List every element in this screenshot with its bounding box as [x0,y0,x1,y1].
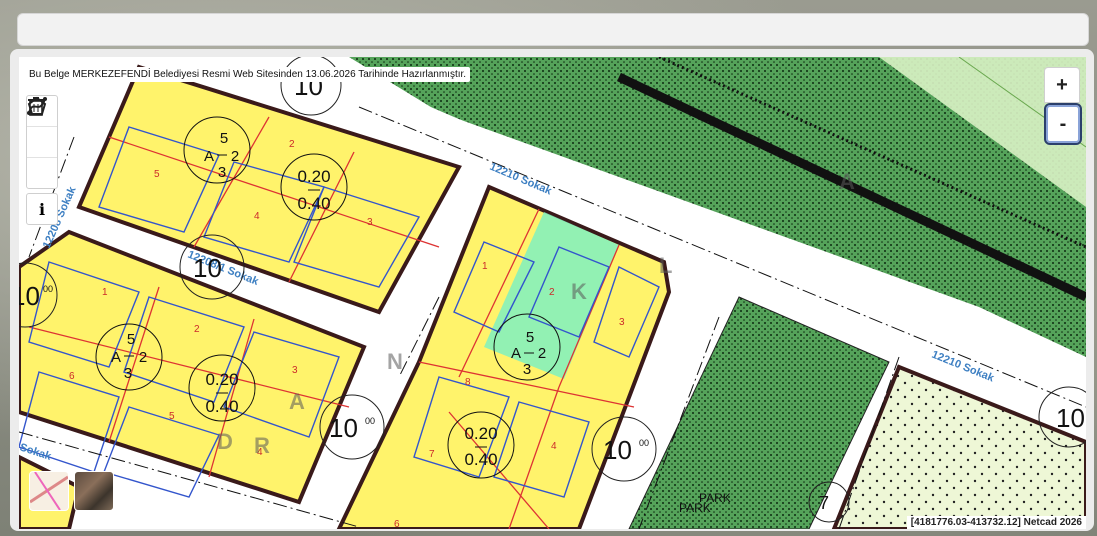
zone-far: 0.20 [464,424,497,443]
svg-text:1: 1 [482,261,488,272]
zone-height: 0.40 [297,194,330,213]
road-width-label: 7 [819,493,829,513]
map-canvas[interactable]: 12210 Sokak 12208 Sokak 12208/1 Sokak 12… [19,57,1086,529]
info-button[interactable]: i [26,193,58,225]
road-width-sup: 00 [365,416,375,426]
svg-text:5: 5 [154,169,160,180]
draw-polygon-tool[interactable] [27,96,57,158]
zone-height: 0.40 [205,397,238,416]
svg-text:7: 7 [429,449,435,460]
svg-text:8: 8 [465,377,471,388]
satellite-layer-button[interactable] [74,471,114,511]
map-view[interactable]: 12210 Sokak 12208 Sokak 12208/1 Sokak 12… [19,57,1086,529]
zone-far: 0.20 [297,167,330,186]
road-width-label: 10 [603,435,632,465]
plan-layer-button[interactable] [29,471,69,511]
zone-bottom: 3 [124,365,132,382]
zone-bottom: 3 [218,164,226,181]
zoom-out-button[interactable]: - [1044,103,1082,145]
top-bar [17,13,1089,46]
document-notice: Bu Belge MERKEZEFENDİ Belediyesi Resmi W… [25,67,471,82]
delete-tool[interactable] [27,97,57,188]
zone-top: 5 [526,329,534,346]
svg-text:D: D [217,429,233,454]
zone-bottom: 3 [523,361,531,378]
svg-text:2: 2 [194,324,200,335]
zone-top: 5 [127,331,135,348]
zone-type: A [511,345,521,362]
svg-text:3: 3 [292,365,298,376]
road-width-sup: 00 [639,438,649,448]
trash-icon [28,97,44,116]
svg-text:4: 4 [551,441,557,452]
svg-text:K: K [571,279,587,304]
road-width-label: 10 [1056,403,1085,433]
road-width-label: 10 [19,281,40,311]
svg-text:2: 2 [289,139,295,150]
road-width-label: 10 [193,253,222,283]
svg-text:3: 3 [367,217,373,228]
svg-text:6: 6 [69,371,75,382]
svg-text:A: A [839,169,855,194]
svg-text:R: R [254,433,270,458]
svg-text:N: N [387,349,403,374]
zone-far: 0.20 [205,370,238,389]
svg-text:A: A [289,389,305,414]
svg-text:1: 1 [102,287,108,298]
zone-floors: 2 [538,345,546,362]
draw-toolbar [26,95,58,189]
zoom-in-button[interactable]: + [1044,67,1080,103]
coordinate-readout: [4181776.03-413732.12] Netcad 2026 [906,516,1086,529]
park-label: PARK [679,501,711,515]
zone-type: A [204,148,214,165]
road-width-sup: 00 [43,284,53,294]
svg-text:4: 4 [254,211,260,222]
svg-text:2: 2 [549,287,555,298]
layer-switcher [29,471,114,511]
zoom-control: + - [1044,67,1082,145]
plan-thumbnail-icon [30,472,68,510]
svg-text:6: 6 [394,519,400,529]
road-width-label: 10 [329,413,358,443]
zone-type: A [111,349,121,366]
zone-floors: 2 [231,148,239,165]
zone-height: 0.40 [464,450,497,469]
svg-text:5: 5 [169,411,175,422]
zone-floors: 2 [139,349,147,366]
svg-text:3: 3 [619,317,625,328]
svg-text:L: L [659,253,672,278]
zone-top: 5 [220,130,228,147]
